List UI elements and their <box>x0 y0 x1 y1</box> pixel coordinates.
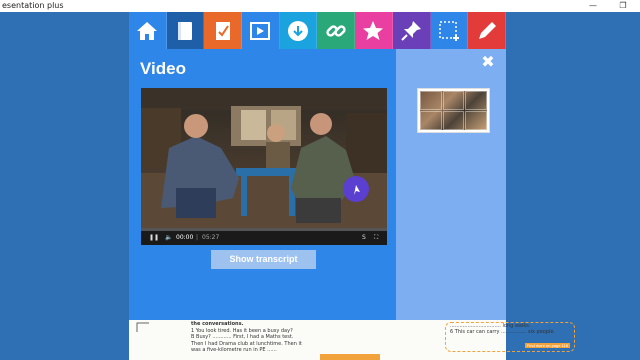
book-left-text: the conversations. 1 You look tired. Has… <box>191 321 341 354</box>
cloud-download-icon <box>288 20 309 41</box>
star-icon <box>363 20 384 40</box>
fullscreen-button[interactable]: ⛶ <box>374 231 378 245</box>
pen-button[interactable] <box>468 12 506 49</box>
pen-icon <box>478 21 496 39</box>
video-panel: Video ❚❚ 🔈 00:00 | 05:27 S ⛶ Show transc… <box>129 49 396 320</box>
select-button[interactable] <box>430 12 469 49</box>
video-thumbnail[interactable] <box>417 88 490 133</box>
video-player[interactable]: ❚❚ 🔈 00:00 | 05:27 S ⛶ <box>141 88 387 245</box>
pin-button[interactable] <box>392 12 431 49</box>
book-line: 6 This car can carry ................ si… <box>450 329 556 335</box>
exercise-button[interactable] <box>204 12 243 49</box>
current-time: 00:00 <box>176 234 194 241</box>
panel-heading: Video <box>140 59 186 78</box>
main-toolbar <box>129 12 506 49</box>
book-page-icon <box>135 320 157 337</box>
volume-icon: 🔈 <box>165 234 173 241</box>
pin-icon <box>401 20 422 41</box>
book-orange-strip <box>320 354 380 360</box>
volume-button[interactable]: 🔈 <box>165 231 172 245</box>
pause-icon: ❚❚ <box>149 234 160 241</box>
fullscreen-icon: ⛶ <box>374 234 379 241</box>
download-button[interactable] <box>279 12 318 49</box>
time-separator: | <box>196 234 199 241</box>
link-button[interactable] <box>317 12 356 49</box>
video-frame <box>141 88 387 228</box>
subtitles-button[interactable]: S <box>362 231 366 245</box>
play-icon <box>250 21 271 40</box>
book-box-label: Find more on page 116 <box>524 343 570 348</box>
book-page: the conversations. 1 You look tired. Has… <box>129 320 575 360</box>
show-transcript-button[interactable]: Show transcript <box>211 250 316 269</box>
minimize-button[interactable]: — <box>584 0 602 12</box>
favourite-button[interactable] <box>355 12 393 49</box>
maximize-button[interactable]: ❐ <box>614 0 632 12</box>
book-icon <box>178 21 193 40</box>
selection-icon <box>439 20 459 41</box>
book-line: was a five-kilometre run in PE ...... <box>191 347 277 353</box>
pause-button[interactable]: ❚❚ <box>149 231 159 245</box>
window-title: esentation plus <box>2 1 64 10</box>
close-icon: ✖ <box>481 52 495 71</box>
home-button[interactable] <box>129 12 167 49</box>
link-icon <box>326 24 346 37</box>
close-button[interactable]: ✖ <box>481 52 495 71</box>
window-titlebar: esentation plus — ❐ <box>0 0 640 12</box>
book-exercise-box: ................................ long wa… <box>445 322 575 352</box>
video-button[interactable] <box>242 12 280 49</box>
duration: 05:27 <box>202 234 220 241</box>
home-icon <box>137 21 158 40</box>
book-button[interactable] <box>166 12 205 49</box>
video-controls: ❚❚ 🔈 00:00 | 05:27 S ⛶ <box>141 228 387 245</box>
thumbnail-image <box>420 91 487 130</box>
checklist-icon <box>215 21 230 40</box>
side-panel: ✖ <box>396 49 506 320</box>
